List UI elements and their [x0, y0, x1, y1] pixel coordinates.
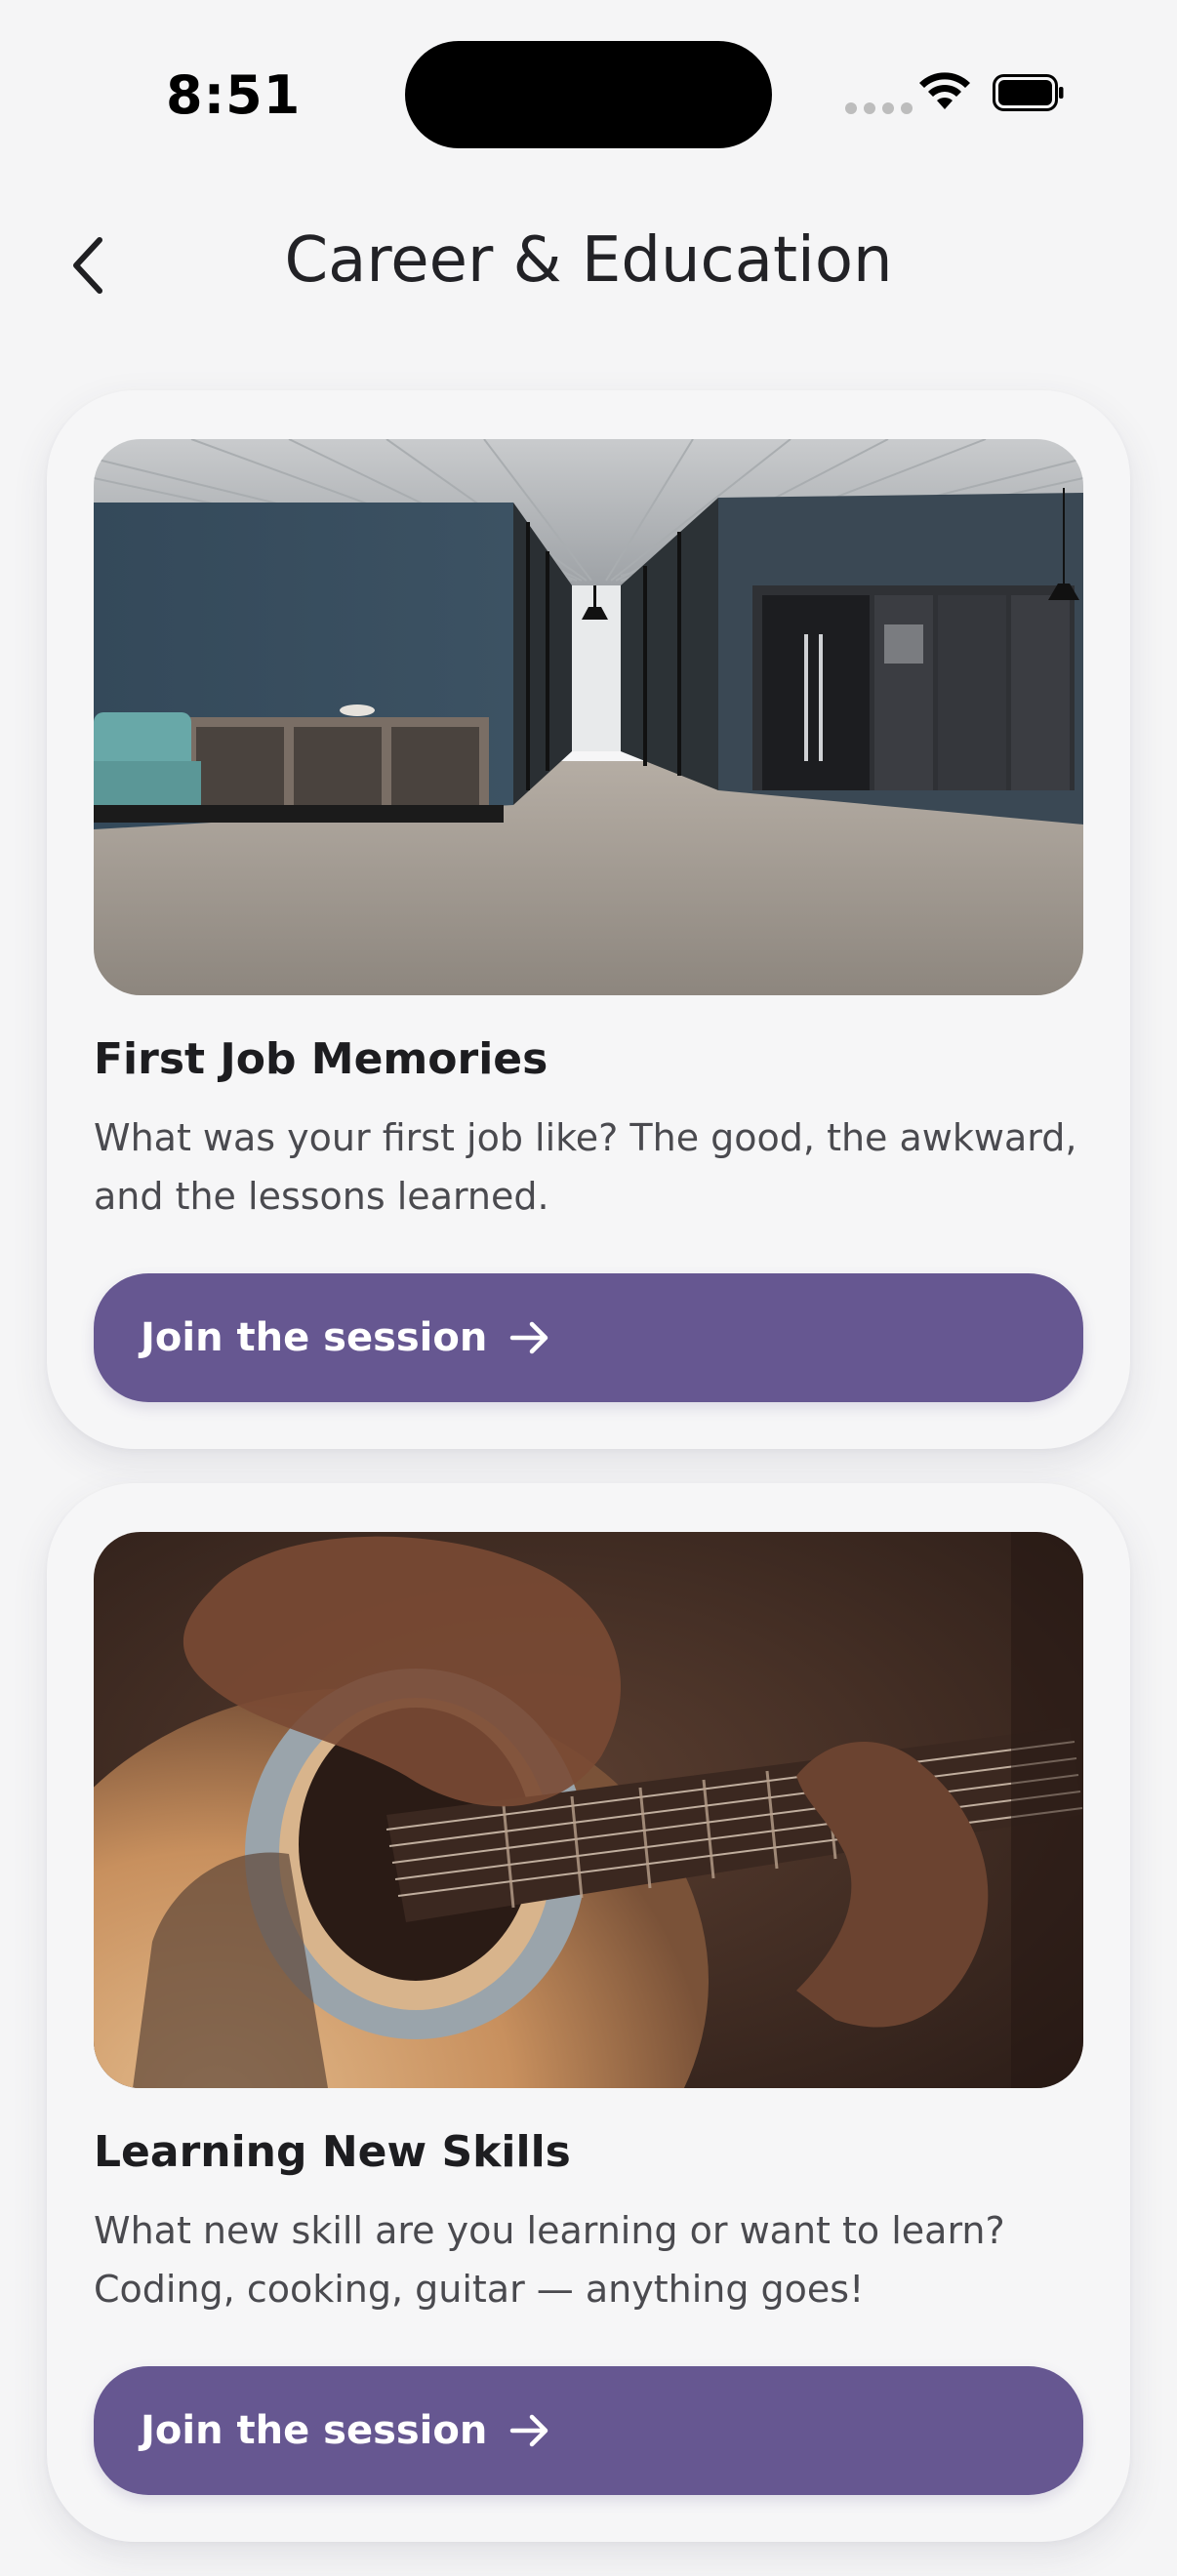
guitar-playing-image	[94, 1532, 1083, 2088]
arrow-right-icon	[508, 2411, 551, 2450]
join-session-label: Join the session	[141, 2408, 488, 2453]
join-session-button[interactable]: Join the session	[94, 1273, 1083, 1402]
office-hallway-image	[94, 439, 1083, 995]
wifi-icon	[919, 72, 970, 109]
card-title: First Job Memories	[94, 1034, 548, 1084]
session-card: Learning New Skills What new skill are y…	[47, 1483, 1130, 2542]
arrow-right-icon	[508, 1318, 551, 1357]
join-session-label: Join the session	[141, 1315, 488, 1360]
card-title: Learning New Skills	[94, 2127, 571, 2177]
join-session-button[interactable]: Join the session	[94, 2366, 1083, 2495]
battery-icon	[993, 74, 1064, 111]
status-bar: 8:51	[0, 0, 1177, 185]
page-title: Career & Education	[284, 224, 893, 297]
dynamic-island	[405, 41, 772, 148]
cellular-signal-icon	[845, 102, 913, 114]
session-card: First Job Memories What was your first j…	[47, 390, 1130, 1449]
status-time: 8:51	[166, 64, 302, 126]
card-description: What was your first job like? The good, …	[94, 1116, 1077, 1218]
card-description: What new skill are you learning or want …	[94, 2209, 1005, 2311]
header: Career & Education	[0, 205, 1177, 322]
session-card-list: First Job Memories What was your first j…	[47, 390, 1130, 2576]
